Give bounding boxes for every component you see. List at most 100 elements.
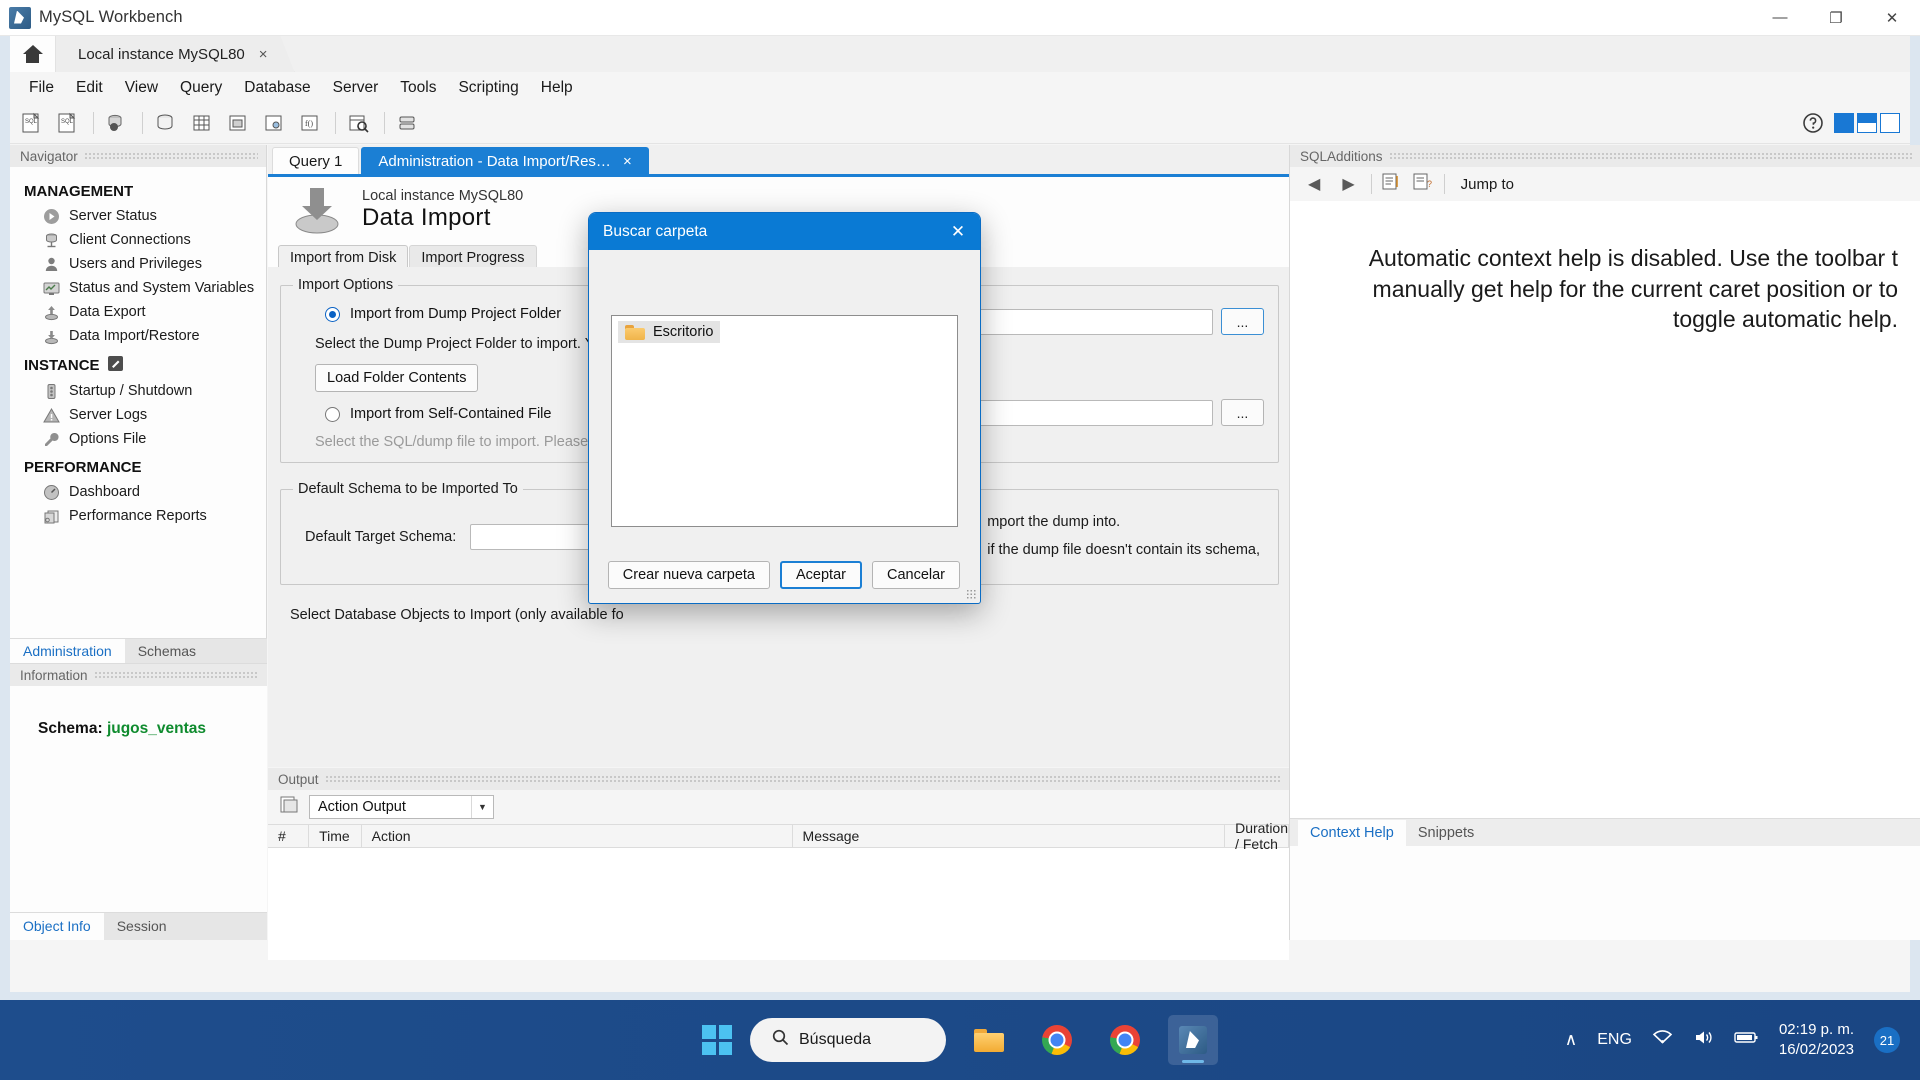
browse-file-button[interactable]: ... <box>1221 399 1264 426</box>
toolbar-right-group <box>1796 108 1910 138</box>
sql-additions-header: SQLAdditions <box>1290 145 1920 167</box>
windows-start-icon[interactable] <box>702 1025 732 1055</box>
sidebar-item-server-logs[interactable]: Server Logs <box>10 403 266 427</box>
toggle-sidebar-right[interactable] <box>1880 113 1900 133</box>
menu-tools[interactable]: Tools <box>389 75 447 101</box>
sidebar-item-server-status[interactable]: Server Status <box>10 204 266 228</box>
tab-session[interactable]: Session <box>104 913 180 940</box>
aceptar-button[interactable]: Aceptar <box>779 560 862 589</box>
clock[interactable]: 02:19 p. m. 16/02/2023 <box>1779 1020 1854 1061</box>
radio-button[interactable] <box>325 406 340 422</box>
help-circle-icon[interactable] <box>1796 108 1830 138</box>
crear-nueva-carpeta-button[interactable]: Crear nueva carpeta <box>607 560 770 589</box>
tab-object-info[interactable]: Object Info <box>10 913 104 940</box>
minimize-button[interactable]: — <box>1752 0 1808 36</box>
battery-icon[interactable] <box>1734 1030 1759 1050</box>
sidebar-item-users-and-privileges[interactable]: Users and Privileges <box>10 252 266 276</box>
taskbar-chrome-2[interactable] <box>1100 1015 1150 1065</box>
tab-context-help[interactable]: Context Help <box>1298 820 1406 846</box>
new-function-icon[interactable]: f() <box>294 108 328 138</box>
taskbar-chrome-1[interactable] <box>1032 1015 1082 1065</box>
chevron-down-icon[interactable]: ▼ <box>471 796 493 818</box>
menu-edit[interactable]: Edit <box>65 75 114 101</box>
search-table-icon[interactable] <box>343 108 377 138</box>
menu-view[interactable]: View <box>114 75 169 101</box>
sidebar-item-data-export[interactable]: Data Export <box>10 300 266 324</box>
connection-tab-local-instance[interactable]: Local instance MySQL80 × <box>56 36 295 72</box>
close-button[interactable]: ✕ <box>1864 0 1920 36</box>
sidebar-item-performance-reports[interactable]: Performance Reports <box>10 504 266 528</box>
radio-button[interactable] <box>325 306 340 322</box>
menu-server[interactable]: Server <box>322 75 390 101</box>
browse-dump-folder-button[interactable]: ... <box>1221 308 1264 335</box>
new-table-icon[interactable] <box>186 108 220 138</box>
close-icon[interactable]: × <box>623 153 632 170</box>
output-grid[interactable] <box>268 848 1289 960</box>
load-folder-contents-button[interactable]: Load Folder Contents <box>315 364 479 392</box>
close-icon[interactable]: ✕ <box>936 213 980 250</box>
search-input[interactable]: Búsqueda <box>750 1018 946 1062</box>
sidebar-item-dashboard[interactable]: Dashboard <box>10 480 266 504</box>
mysql-workbench-icon <box>1179 1026 1207 1054</box>
editor-tab-label: Query 1 <box>289 152 343 170</box>
menu-file[interactable]: File <box>18 75 65 101</box>
tab-snippets[interactable]: Snippets <box>1406 820 1486 846</box>
menu-help[interactable]: Help <box>530 75 584 101</box>
chevron-up-icon[interactable]: ∧ <box>1565 1030 1577 1050</box>
auto-context-help-icon[interactable] <box>1382 172 1403 196</box>
output-panel: Output Action Output ▼ # Time Action Mes… <box>268 768 1289 960</box>
sidebar-item-data-import-restore[interactable]: Data Import/Restore <box>10 324 266 348</box>
toggle-output-area[interactable] <box>1857 113 1877 133</box>
cancelar-button[interactable]: Cancelar <box>871 560 960 589</box>
toggle-sidebar-left[interactable] <box>1834 113 1854 133</box>
close-icon[interactable]: × <box>259 46 268 63</box>
wifi-icon[interactable] <box>1652 1029 1673 1051</box>
tree-item-escritorio[interactable]: Escritorio <box>618 321 721 343</box>
chrome-icon <box>1110 1025 1140 1055</box>
sidebar-item-startup-shutdown[interactable]: Startup / Shutdown <box>10 379 266 403</box>
taskbar-file-explorer[interactable] <box>964 1015 1014 1065</box>
navigator-title: Navigator <box>20 148 78 164</box>
sidebar-item-label: Server Logs <box>69 407 148 423</box>
new-view-icon[interactable] <box>222 108 256 138</box>
radio-label: Import from Dump Project Folder <box>350 306 562 322</box>
new-schema-icon[interactable] <box>150 108 184 138</box>
sidebar-item-status-and-system-variables[interactable]: Status and System Variables <box>10 276 266 300</box>
sidebar-item-options-file[interactable]: Options File <box>10 427 266 451</box>
manage-connections-icon[interactable] <box>101 108 135 138</box>
notification-badge[interactable]: 21 <box>1874 1027 1900 1053</box>
output-column-number: # <box>268 824 310 848</box>
nav-back-icon[interactable]: ◀ <box>1302 174 1326 194</box>
home-tab-button[interactable] <box>10 36 56 72</box>
tab-schemas[interactable]: Schemas <box>125 639 209 663</box>
taskbar-mysql-workbench[interactable] <box>1168 1015 1218 1065</box>
nav-forward-icon[interactable]: ▶ <box>1336 174 1360 194</box>
language-indicator[interactable]: ENG <box>1597 1031 1632 1049</box>
new-procedure-icon[interactable] <box>258 108 292 138</box>
tab-administration[interactable]: Administration <box>10 639 125 663</box>
menu-database[interactable]: Database <box>233 75 321 101</box>
svg-text:SQL: SQL <box>61 119 74 125</box>
manage-server-icon[interactable] <box>392 108 426 138</box>
sidebar-item-client-connections[interactable]: Client Connections <box>10 228 266 252</box>
menu-query[interactable]: Query <box>169 75 233 101</box>
sql-additions-title: SQLAdditions <box>1300 148 1383 164</box>
open-sql-script-icon[interactable]: SQL <box>52 108 86 138</box>
toolbar-separator <box>1443 174 1445 194</box>
maximize-button[interactable]: ❐ <box>1808 0 1864 36</box>
home-icon <box>22 45 43 63</box>
menu-scripting[interactable]: Scripting <box>447 75 529 101</box>
tab-administration-data-import[interactable]: Administration - Data Import/Res… × <box>361 147 649 174</box>
sidebar-toggle-group <box>1834 113 1900 133</box>
volume-icon[interactable] <box>1693 1029 1714 1051</box>
output-view-select[interactable]: Action Output ▼ <box>309 795 494 819</box>
toolbar-separator <box>93 112 94 134</box>
options-file-icon <box>42 430 60 448</box>
tab-query-1[interactable]: Query 1 <box>272 147 360 174</box>
dialog-body: Escritorio <box>589 315 980 527</box>
resize-grip-icon[interactable] <box>966 589 976 599</box>
manual-context-help-icon[interactable]: ? <box>1413 172 1434 196</box>
jump-to-label[interactable]: Jump to <box>1455 176 1514 193</box>
folder-tree[interactable]: Escritorio <box>611 315 958 527</box>
new-sql-tab-icon[interactable]: SQL <box>16 108 50 138</box>
